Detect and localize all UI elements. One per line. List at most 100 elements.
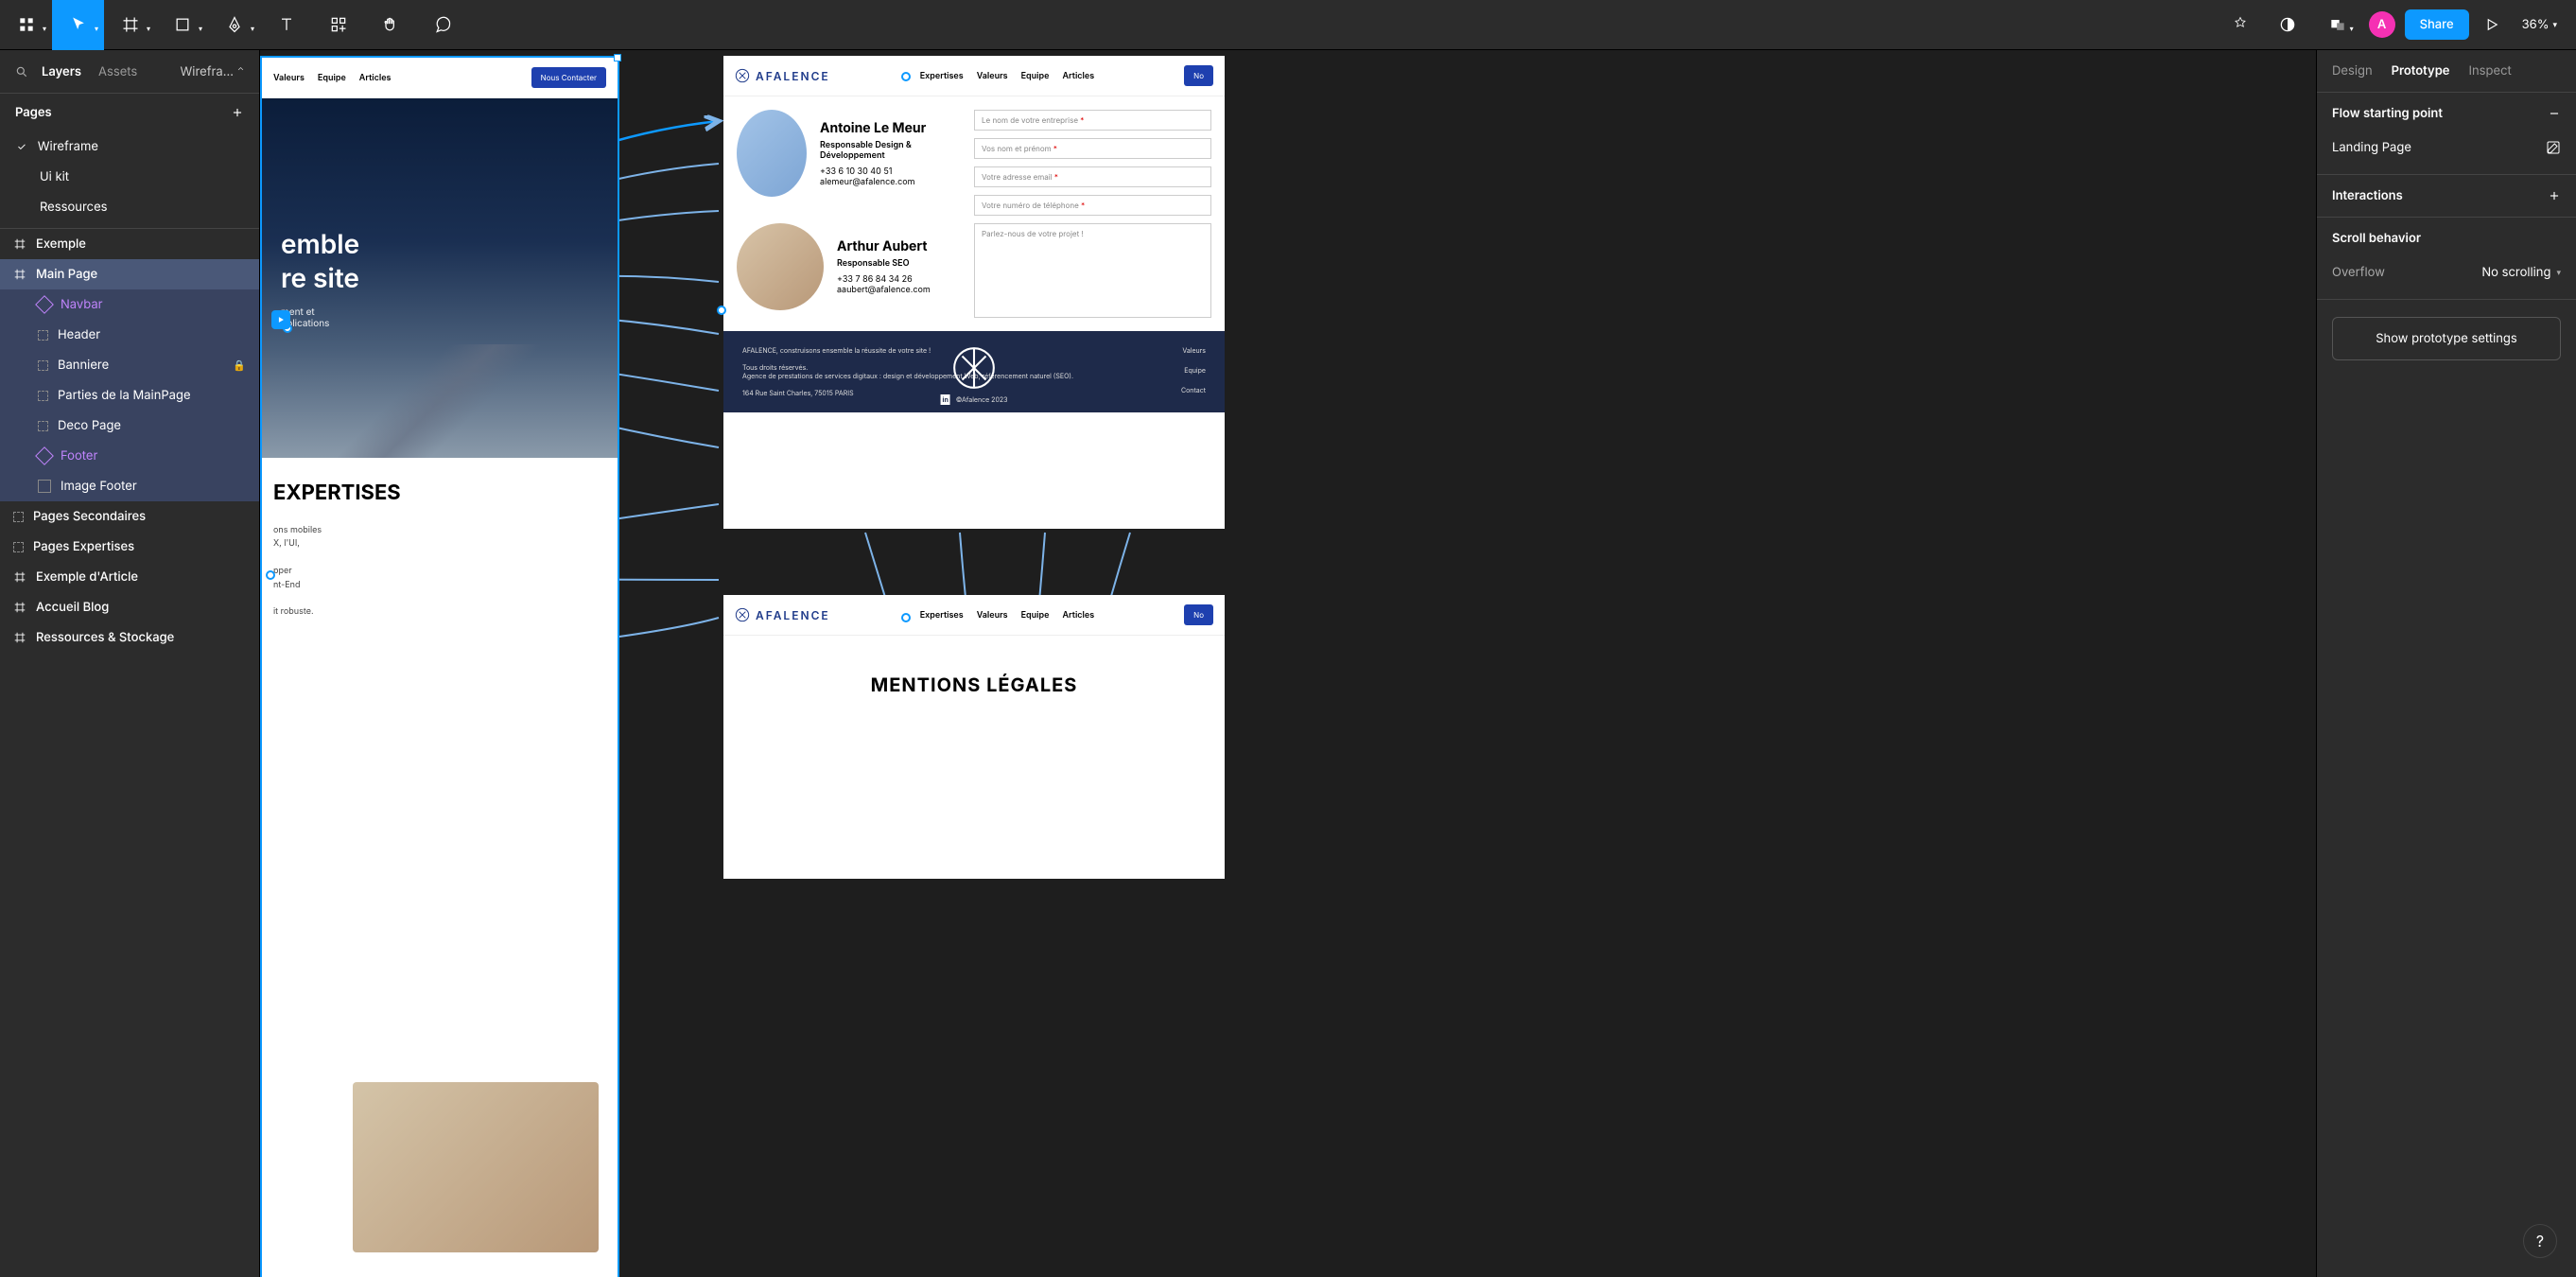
layer-pages-secondaires[interactable]: Pages Secondaires bbox=[0, 501, 259, 532]
interactions-header: Interactions bbox=[2332, 188, 2403, 203]
share-button[interactable]: Share bbox=[2405, 9, 2469, 40]
nav-link: Equipe bbox=[318, 73, 346, 83]
add-interaction-button[interactable] bbox=[2548, 189, 2561, 202]
theme-toggle-button[interactable] bbox=[2269, 0, 2306, 50]
layer-navbar[interactable]: Navbar bbox=[0, 289, 259, 320]
expertise-image bbox=[353, 1082, 599, 1252]
layer-exemple[interactable]: Exemple bbox=[0, 229, 259, 259]
right-panel: Design Prototype Inspect Flow starting p… bbox=[2316, 50, 2576, 1277]
layer-pages-expertises[interactable]: Pages Expertises bbox=[0, 532, 259, 562]
settings-section: Show prototype settings bbox=[2317, 300, 2576, 374]
team-name: Antoine Le Meur bbox=[820, 120, 948, 136]
toolbar-left-group: ▾ ▾ ▾ ▾ ▾ bbox=[0, 0, 468, 49]
page-item-uikit[interactable]: Ui kit bbox=[0, 162, 259, 192]
layer-header[interactable]: Header bbox=[0, 320, 259, 350]
layer-accueil-blog[interactable]: Accueil Blog bbox=[0, 592, 259, 622]
inspect-tab[interactable]: Inspect bbox=[2469, 63, 2512, 79]
layers-tab[interactable]: Layers bbox=[42, 64, 81, 79]
prototype-node[interactable] bbox=[266, 570, 275, 580]
team-email: alemeur@afalence.com bbox=[820, 177, 948, 187]
pages-list: Wireframe Ui kit Ressources bbox=[0, 131, 259, 229]
nav-link: Equipe bbox=[1021, 71, 1050, 81]
footer-rights: Tous droits réservés. bbox=[742, 363, 1073, 372]
flow-start-badge[interactable] bbox=[271, 310, 290, 329]
footer-link: Contact bbox=[1181, 386, 1206, 394]
remove-flow-button[interactable] bbox=[2548, 107, 2561, 120]
team-email: aaubert@afalence.com bbox=[837, 285, 931, 295]
layer-footer[interactable]: Footer bbox=[0, 441, 259, 471]
layer-banniere[interactable]: Banniere🔒 bbox=[0, 350, 259, 380]
body-text: pper bbox=[273, 565, 606, 578]
legal-title: MENTIONS LÉGALES bbox=[723, 636, 1225, 734]
team-role: Responsable Design & Développement bbox=[820, 140, 948, 161]
expertises-heading: EXPERTISES bbox=[262, 458, 618, 513]
right-panel-tabs: Design Prototype Inspect bbox=[2317, 50, 2576, 93]
left-panel-tabs: Layers Assets Wirefra… ⌃ bbox=[0, 50, 259, 94]
page-item-wireframe[interactable]: Wireframe bbox=[0, 131, 259, 162]
shape-tool-button[interactable]: ▾ bbox=[156, 0, 208, 50]
body-text: it robuste. bbox=[273, 605, 606, 619]
nav-link: Expertises bbox=[920, 610, 964, 621]
nav-link: Articles bbox=[359, 73, 392, 83]
zoom-control[interactable]: 36%▾ bbox=[2515, 17, 2565, 32]
layers-list: Exemple Main Page Navbar Header Banniere… bbox=[0, 229, 259, 1277]
user-avatar[interactable]: A bbox=[2369, 11, 2395, 38]
layer-main-page[interactable]: Main Page bbox=[0, 259, 259, 289]
frame-tool-button[interactable]: ▾ bbox=[104, 0, 156, 50]
artboard-main-page[interactable]: Valeurs Equipe Articles Nous Contacter e… bbox=[260, 56, 619, 1277]
pen-tool-button[interactable]: ▾ bbox=[208, 0, 260, 50]
present-button[interactable] bbox=[2479, 11, 2505, 38]
design-tab[interactable]: Design bbox=[2332, 63, 2373, 79]
body-text: X, l'UI, bbox=[273, 537, 606, 551]
edit-flow-icon[interactable] bbox=[2546, 140, 2561, 155]
page-item-ressources[interactable]: Ressources bbox=[0, 192, 259, 222]
page-breadcrumb[interactable]: Wirefra… ⌃ bbox=[181, 64, 245, 79]
nav-link: Valeurs bbox=[273, 73, 305, 83]
help-button[interactable]: ? bbox=[2523, 1224, 2557, 1258]
canvas-hero: emblere site ment etpplications bbox=[262, 98, 618, 458]
team-name: Arthur Aubert bbox=[837, 238, 931, 254]
main-menu-button[interactable]: ▾ bbox=[0, 0, 52, 50]
scroll-section: Scroll behavior Overflow No scrolling ▾ bbox=[2317, 218, 2576, 300]
prototype-node[interactable] bbox=[717, 306, 726, 315]
prototype-node[interactable] bbox=[901, 613, 911, 622]
team-phone: +33 6 10 30 40 51 bbox=[820, 166, 948, 177]
assets-tab[interactable]: Assets bbox=[98, 64, 137, 79]
search-icon[interactable] bbox=[15, 65, 28, 79]
dev-mode-button[interactable] bbox=[2221, 0, 2259, 50]
form-message: Parlez-nous de votre projet ! bbox=[974, 223, 1211, 318]
flow-header: Flow starting point bbox=[2332, 106, 2443, 121]
nav-link: Articles bbox=[1062, 71, 1094, 81]
layer-ressources-stockage[interactable]: Ressources & Stockage bbox=[0, 622, 259, 653]
layer-image-footer[interactable]: Image Footer bbox=[0, 471, 259, 501]
text-tool-button[interactable] bbox=[260, 0, 312, 50]
form-phone: Votre numéro de téléphone * bbox=[974, 195, 1211, 216]
left-panel: Layers Assets Wirefra… ⌃ Pages Wireframe… bbox=[0, 50, 260, 1277]
resources-tool-button[interactable] bbox=[312, 0, 364, 50]
body-text: nt-End bbox=[273, 579, 606, 592]
comment-tool-button[interactable] bbox=[416, 0, 468, 50]
multiplayer-button[interactable]: ▾ bbox=[2316, 0, 2359, 50]
prototype-node[interactable] bbox=[901, 72, 911, 81]
flow-name-field[interactable]: Landing Page bbox=[2332, 140, 2411, 155]
footer-link: Equipe bbox=[1184, 366, 1206, 375]
hand-tool-button[interactable] bbox=[364, 0, 416, 50]
artboard-legal-page[interactable]: AFALENCE Expertises Valeurs Equipe Artic… bbox=[723, 595, 1225, 879]
artboard-team-page[interactable]: AFALENCE Expertises Valeurs Equipe Artic… bbox=[723, 56, 1225, 529]
canvas-navbar-1: Valeurs Equipe Articles Nous Contacter bbox=[262, 58, 618, 98]
canvas[interactable]: Valeurs Equipe Articles Nous Contacter e… bbox=[260, 50, 2316, 1277]
canvas-navbar-2: AFALENCE Expertises Valeurs Equipe Artic… bbox=[723, 56, 1225, 96]
toolbar-right-group: ▾ A Share 36%▾ bbox=[2221, 0, 2565, 50]
form-company: Le nom de votre entreprise * bbox=[974, 110, 1211, 131]
overflow-dropdown[interactable]: No scrolling ▾ bbox=[2481, 265, 2561, 280]
canvas-navbar-3: AFALENCE Expertises Valeurs Equipe Artic… bbox=[723, 595, 1225, 636]
layer-parties[interactable]: Parties de la MainPage bbox=[0, 380, 259, 411]
move-tool-button[interactable]: ▾ bbox=[52, 0, 104, 50]
layer-deco[interactable]: Deco Page bbox=[0, 411, 259, 441]
add-page-button[interactable] bbox=[231, 106, 244, 119]
prototype-tab[interactable]: Prototype bbox=[2392, 63, 2450, 79]
prototype-settings-button[interactable]: Show prototype settings bbox=[2332, 317, 2561, 360]
layer-exemple-article[interactable]: Exemple d'Article bbox=[0, 562, 259, 592]
footer-desc: Agence de prestations de services digita… bbox=[742, 372, 1073, 380]
footer-address: 164 Rue Saint Charles, 75015 PARIS bbox=[742, 389, 1073, 397]
